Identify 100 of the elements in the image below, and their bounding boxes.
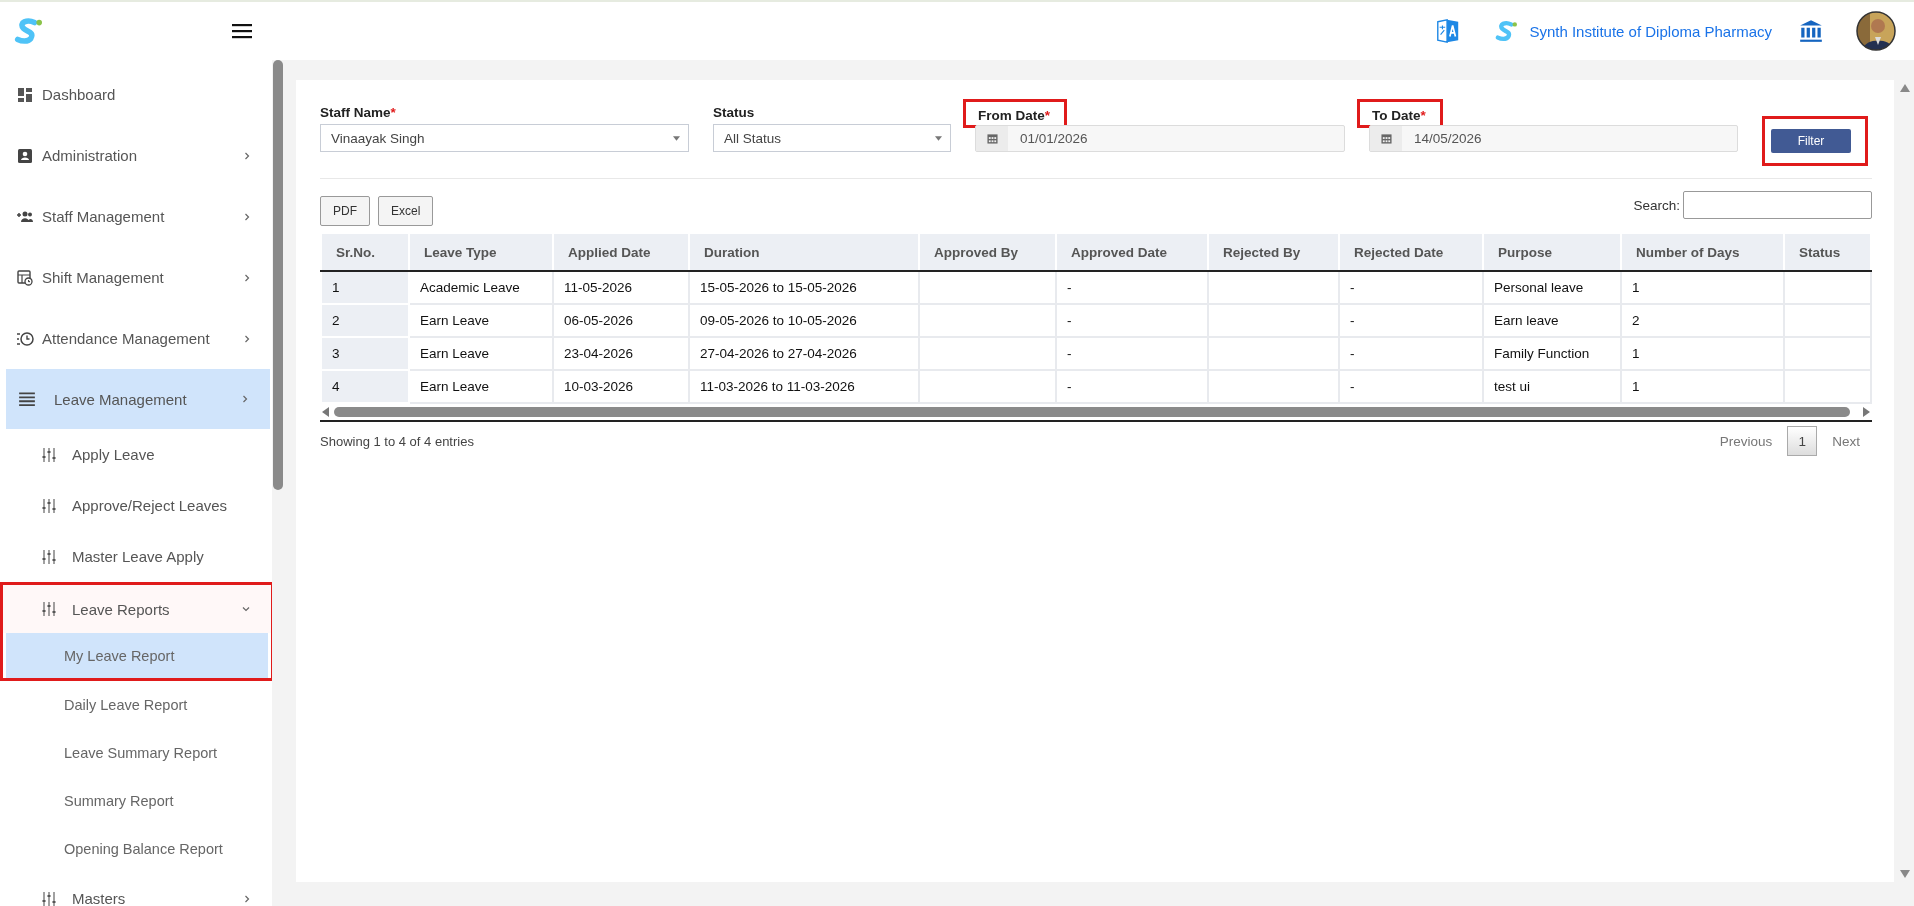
- previous-link[interactable]: Previous: [1719, 433, 1773, 449]
- table-cell: Earn leave: [1494, 313, 1559, 328]
- next-link[interactable]: Next: [1832, 433, 1872, 449]
- table-cell: 06-05-2026: [564, 313, 634, 328]
- column-header[interactable]: Approved By: [919, 233, 1056, 271]
- export-button[interactable]: Excel: [378, 196, 434, 226]
- required-mark: *: [1420, 107, 1426, 123]
- column-header[interactable]: Purpose: [1483, 233, 1621, 271]
- table-cell: 4: [332, 379, 340, 394]
- column-header[interactable]: Sr.No.: [321, 233, 409, 271]
- sidebar-item[interactable]: Attendance Management: [0, 308, 272, 369]
- table-cell: 2: [1632, 313, 1640, 328]
- table-cell: 15-05-2026 to 15-05-2026: [700, 280, 857, 295]
- column-header[interactable]: Duration: [689, 233, 919, 271]
- scroll-down-icon[interactable]: [1900, 870, 1910, 878]
- table-cell: 23-04-2026: [564, 346, 634, 361]
- menu-label: Approve/Reject Leaves: [72, 497, 229, 514]
- required-mark: *: [390, 104, 396, 120]
- table-cell: Earn Leave: [420, 313, 490, 328]
- table-cell: 11-05-2026: [564, 280, 633, 295]
- select-field[interactable]: Vinaayak Singh: [320, 124, 689, 152]
- sidebar-item[interactable]: Masters: [0, 873, 272, 906]
- sidebar-item[interactable]: Shift Management: [0, 247, 272, 308]
- table-cell: 27-04-2026 to 27-04-2026: [700, 346, 857, 361]
- sidebar-item[interactable]: Leave Management: [6, 369, 270, 429]
- table-info: Showing 1 to 4 of 4 entries: [320, 433, 474, 449]
- sidebar-item[interactable]: Opening Balance Report: [0, 825, 272, 873]
- page-button[interactable]: 1: [1787, 426, 1818, 456]
- menu-label: Leave Reports: [72, 600, 171, 618]
- scroll-left-icon[interactable]: [322, 407, 330, 417]
- search-label: Search:: [1633, 197, 1680, 213]
- sliders-icon: [42, 548, 56, 565]
- table-cell: -: [1067, 280, 1072, 295]
- calendar-icon: [986, 133, 998, 144]
- scroll-right-icon[interactable]: [1862, 407, 1870, 417]
- table-cell: test ui: [1494, 379, 1531, 394]
- table-cell: 1: [1632, 379, 1640, 394]
- clock-icon: [16, 330, 34, 347]
- bank-icon[interactable]: [1798, 18, 1824, 44]
- list-icon: [18, 391, 36, 407]
- filter-button[interactable]: Filter: [1771, 129, 1851, 153]
- date-field[interactable]: 01/01/2026: [975, 125, 1345, 152]
- menu-label: Masters: [72, 890, 127, 906]
- table-cell: 3: [332, 346, 340, 361]
- sidebar-item[interactable]: Master Leave Apply: [0, 531, 272, 582]
- table-cell: -: [1350, 280, 1355, 295]
- table-cell: Family Function: [1494, 346, 1590, 361]
- logo-icon: [1495, 20, 1518, 42]
- column-header[interactable]: Rejected Date: [1339, 233, 1483, 271]
- sidebar-item[interactable]: Summary Report: [0, 777, 272, 825]
- sidebar-item[interactable]: Apply Leave: [0, 429, 272, 480]
- table-cell: 1: [1632, 346, 1640, 361]
- column-header[interactable]: Rejected By: [1208, 233, 1339, 271]
- column-header[interactable]: Number of Days: [1621, 233, 1784, 271]
- sidebar-item[interactable]: Dashboard: [0, 64, 272, 125]
- scroll-up-icon[interactable]: [1900, 84, 1910, 92]
- menu-icon[interactable]: [232, 23, 252, 39]
- calendar-clock-icon: [16, 269, 34, 286]
- select-field[interactable]: All Status: [713, 124, 951, 152]
- table-cell: -: [1067, 346, 1072, 361]
- contact-card-icon: [16, 147, 34, 164]
- sliders-icon: [42, 601, 56, 617]
- table-cell: -: [1067, 379, 1072, 394]
- sidebar-item[interactable]: Approve/Reject Leaves: [0, 480, 272, 531]
- sliders-icon: [42, 890, 56, 906]
- table-cell: Earn Leave: [420, 346, 490, 361]
- scrollbar[interactable]: [320, 404, 1872, 420]
- field-label: Status: [713, 103, 756, 122]
- menu-label: Dashboard: [42, 86, 117, 103]
- column-header[interactable]: Status: [1784, 233, 1871, 271]
- column-header[interactable]: Leave Type: [409, 233, 553, 271]
- menu-label: Administration: [42, 147, 139, 164]
- table-cell: 1: [332, 280, 340, 295]
- table-cell: Earn Leave: [420, 379, 490, 394]
- table-cell: 2: [332, 313, 340, 328]
- scrollbar[interactable]: [272, 60, 284, 906]
- sidebar-item[interactable]: Daily Leave Report: [0, 681, 272, 729]
- required-mark: *: [1044, 107, 1051, 123]
- field-label: Staff Name*: [320, 103, 397, 122]
- column-header[interactable]: Approved Date: [1056, 233, 1208, 271]
- calendar-icon: [1380, 133, 1392, 144]
- export-button[interactable]: PDF: [320, 196, 370, 226]
- search-field[interactable]: [1683, 191, 1872, 219]
- table-cell: 09-05-2026 to 10-05-2026: [700, 313, 857, 328]
- column-header[interactable]: Applied Date: [553, 233, 689, 271]
- dashboard-icon: [16, 86, 34, 103]
- sidebar-item[interactable]: Leave Summary Report: [0, 729, 272, 777]
- menu-label: Apply Leave: [72, 446, 156, 463]
- institute-name[interactable]: Synth Institute of Diploma Pharmacy: [1529, 22, 1772, 40]
- sliders-icon: [42, 446, 56, 463]
- table-cell: 1: [1632, 280, 1640, 295]
- sidebar-item[interactable]: Administration: [0, 125, 272, 186]
- menu-label: Leave Management: [53, 390, 188, 408]
- table-cell: Personal leave: [1494, 280, 1584, 295]
- caret-icon: [673, 135, 680, 141]
- table-cell: -: [1350, 313, 1355, 328]
- sidebar-item[interactable]: My Leave Report: [0, 633, 272, 681]
- date-field[interactable]: 14/05/2026: [1369, 125, 1738, 152]
- sidebar-item[interactable]: Leave Reports: [0, 582, 272, 633]
- sidebar-item[interactable]: Staff Management: [0, 186, 272, 247]
